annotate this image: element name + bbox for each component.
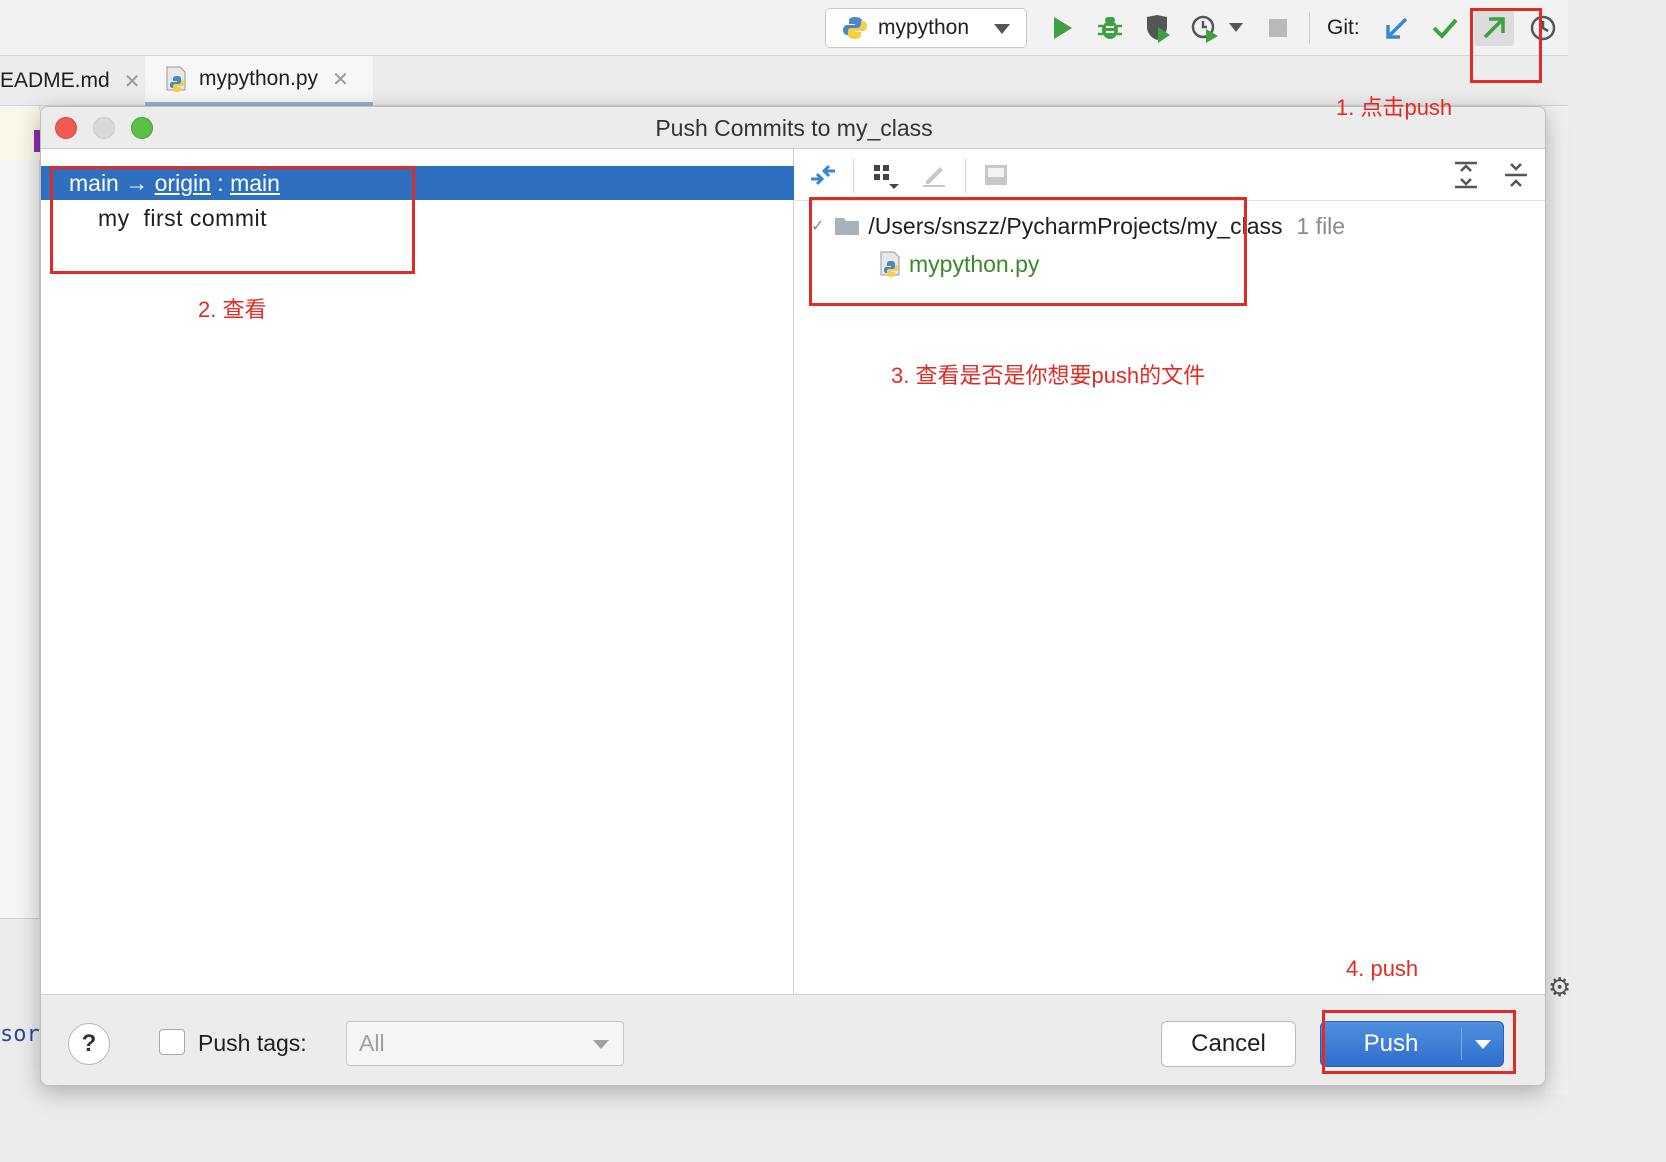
changes-toolbar xyxy=(795,149,1545,201)
toolbar-divider xyxy=(853,159,854,193)
dialog-title: Push Commits to my_class xyxy=(655,115,933,141)
git-label: Git: xyxy=(1327,16,1360,39)
tab-mypython[interactable]: mypython.py ✕ xyxy=(145,56,373,106)
collapse-all-icon[interactable] xyxy=(1501,160,1531,190)
chevron-down-icon xyxy=(593,1040,609,1049)
editor-gutter xyxy=(0,106,40,1094)
tab-readme[interactable]: EADME.md ✕ xyxy=(0,56,145,106)
bottom-panel-edge xyxy=(0,918,40,1094)
annotation-box-push-toolbar xyxy=(1470,8,1542,83)
annotation-box-commits xyxy=(50,166,415,274)
diff-arrows-icon[interactable] xyxy=(808,160,838,190)
python-logo-icon xyxy=(843,17,867,39)
git-commit-check-icon[interactable] xyxy=(1430,12,1460,44)
git-update-arrow-icon[interactable] xyxy=(1382,12,1412,44)
edit-pencil-icon[interactable] xyxy=(919,160,949,190)
tab-label: mypython.py xyxy=(199,67,319,90)
help-button[interactable]: ? xyxy=(68,1023,110,1065)
coverage-shield-icon[interactable] xyxy=(1143,12,1173,44)
run-config-label: mypython xyxy=(878,16,970,39)
run-icon[interactable] xyxy=(1047,12,1077,44)
debug-bug-icon[interactable] xyxy=(1095,12,1125,44)
file-count: 1 file xyxy=(1296,212,1346,239)
more-run-chevron-icon[interactable] xyxy=(1226,12,1246,44)
tab-label: EADME.md xyxy=(0,69,110,92)
annotation-step4: 4. push xyxy=(1346,956,1419,981)
python-file-icon xyxy=(166,66,186,92)
annotation-box-push-button xyxy=(1322,1010,1516,1074)
editor-tabs: EADME.md ✕ mypython.py ✕ xyxy=(0,56,1568,106)
annotation-step1: 1. 点击push xyxy=(1336,95,1453,120)
group-by-icon[interactable] xyxy=(871,160,901,190)
annotation-step2: 2. 查看 xyxy=(198,297,267,322)
annotation-step3: 3. 查看是否是你想要push的文件 xyxy=(891,363,1206,388)
profile-clock-icon[interactable] xyxy=(1190,12,1220,44)
stop-icon[interactable] xyxy=(1263,12,1293,44)
toolbar-divider xyxy=(965,159,966,193)
push-tags-checkbox[interactable] xyxy=(159,1029,185,1055)
push-tags-select: All xyxy=(346,1021,624,1066)
dialog-footer: ? Push tags: All Cancel Push xyxy=(41,994,1545,1085)
preview-panel-icon[interactable] xyxy=(981,160,1011,190)
push-tags-label: Push tags: xyxy=(198,1030,307,1056)
right-scroll-strip xyxy=(1546,106,1568,1094)
main-toolbar: mypython Git: xyxy=(0,0,1568,56)
close-icon[interactable]: ✕ xyxy=(332,67,349,92)
close-icon[interactable]: ✕ xyxy=(124,69,141,94)
commits-pane: main → origin : main my first commit xyxy=(41,149,794,994)
toolbar-divider xyxy=(1309,12,1310,44)
gear-icon[interactable]: ⚙ xyxy=(1548,972,1571,1003)
cancel-button[interactable]: Cancel xyxy=(1161,1021,1296,1067)
chevron-down-icon xyxy=(994,24,1010,34)
push-tags-value: All xyxy=(359,1030,385,1056)
run-config-dropdown[interactable]: mypython xyxy=(825,8,1027,48)
annotation-box-files xyxy=(809,197,1247,306)
dialog-titlebar: Push Commits to my_class xyxy=(41,107,1545,149)
expand-all-icon[interactable] xyxy=(1451,160,1481,190)
